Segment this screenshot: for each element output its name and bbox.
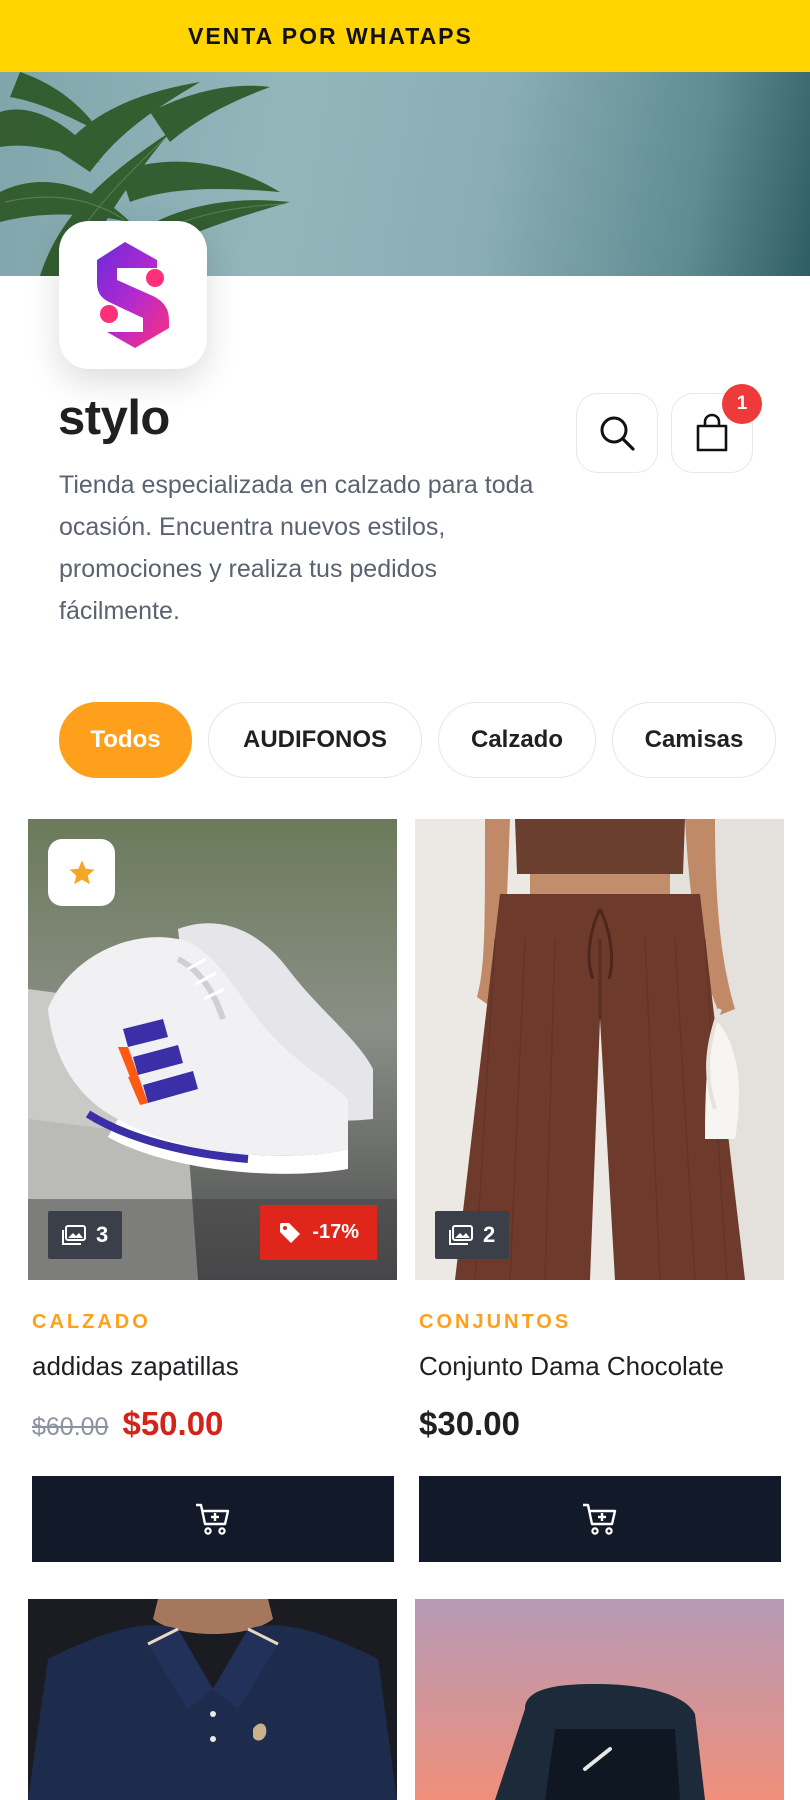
add-to-cart-button[interactable]: [32, 1476, 394, 1562]
add-to-cart-button[interactable]: [419, 1476, 781, 1562]
sale-price: $50.00: [122, 1405, 224, 1442]
product-image[interactable]: [28, 1599, 397, 1800]
featured-badge: [48, 839, 115, 906]
image-count: 2: [483, 1222, 496, 1247]
product-card[interactable]: 3 -17% CALZADO addidas zapatillas $60.00…: [28, 819, 397, 1564]
product-image[interactable]: 3 -17%: [28, 819, 397, 1280]
cart-count-badge: 1: [722, 384, 762, 424]
product-image[interactable]: 2: [415, 819, 784, 1280]
images-icon: [62, 1225, 86, 1245]
product-prices: $60.00 $50.00: [32, 1405, 223, 1443]
category-chip-audifonos[interactable]: AUDIFONOS: [208, 702, 422, 778]
search-icon: [600, 416, 635, 451]
product-image[interactable]: [415, 1599, 784, 1800]
smartwatch-photo: [415, 1599, 784, 1800]
image-count-badge: 2: [435, 1211, 510, 1259]
product-card[interactable]: 2 CONJUNTOS Conjunto Dama Chocolate $30.…: [415, 819, 784, 1564]
images-icon: [449, 1225, 473, 1245]
image-count: 3: [96, 1222, 109, 1247]
announcement-bar: VENTA POR WHATAPS: [0, 0, 810, 72]
product-name[interactable]: Conjunto Dama Chocolate: [419, 1351, 724, 1382]
category-chip-calzado[interactable]: Calzado: [438, 702, 596, 778]
star-icon: [69, 860, 94, 884]
category-chip-todos[interactable]: Todos: [59, 702, 192, 778]
discount-badge: -17%: [260, 1205, 377, 1260]
original-price: $60.00: [32, 1413, 109, 1441]
stylo-logo-icon: [97, 242, 169, 348]
search-button[interactable]: [576, 393, 658, 473]
product-price: $30.00: [419, 1405, 520, 1442]
category-filter: Todos AUDIFONOS Calzado Camisas: [59, 702, 776, 778]
discount-text: -17%: [312, 1221, 359, 1243]
announcement-text: VENTA POR WHATAPS: [188, 22, 473, 49]
shopping-bag-icon: [696, 413, 728, 452]
cart-plus-icon: [583, 1503, 617, 1535]
product-prices: $30.00: [419, 1405, 520, 1443]
image-count-badge: 3: [48, 1211, 123, 1259]
polo-shirt-photo: [28, 1599, 397, 1800]
cart-plus-icon: [196, 1503, 230, 1535]
category-chip-camisas[interactable]: Camisas: [612, 702, 776, 778]
tag-icon: [280, 1222, 301, 1243]
product-category: CONJUNTOS: [419, 1311, 572, 1333]
product-category: CALZADO: [32, 1311, 151, 1333]
product-name[interactable]: addidas zapatillas: [32, 1351, 239, 1382]
store-logo: [59, 221, 207, 369]
store-description: Tienda especializada en calzado para tod…: [59, 471, 534, 625]
store-name: stylo: [58, 391, 170, 445]
